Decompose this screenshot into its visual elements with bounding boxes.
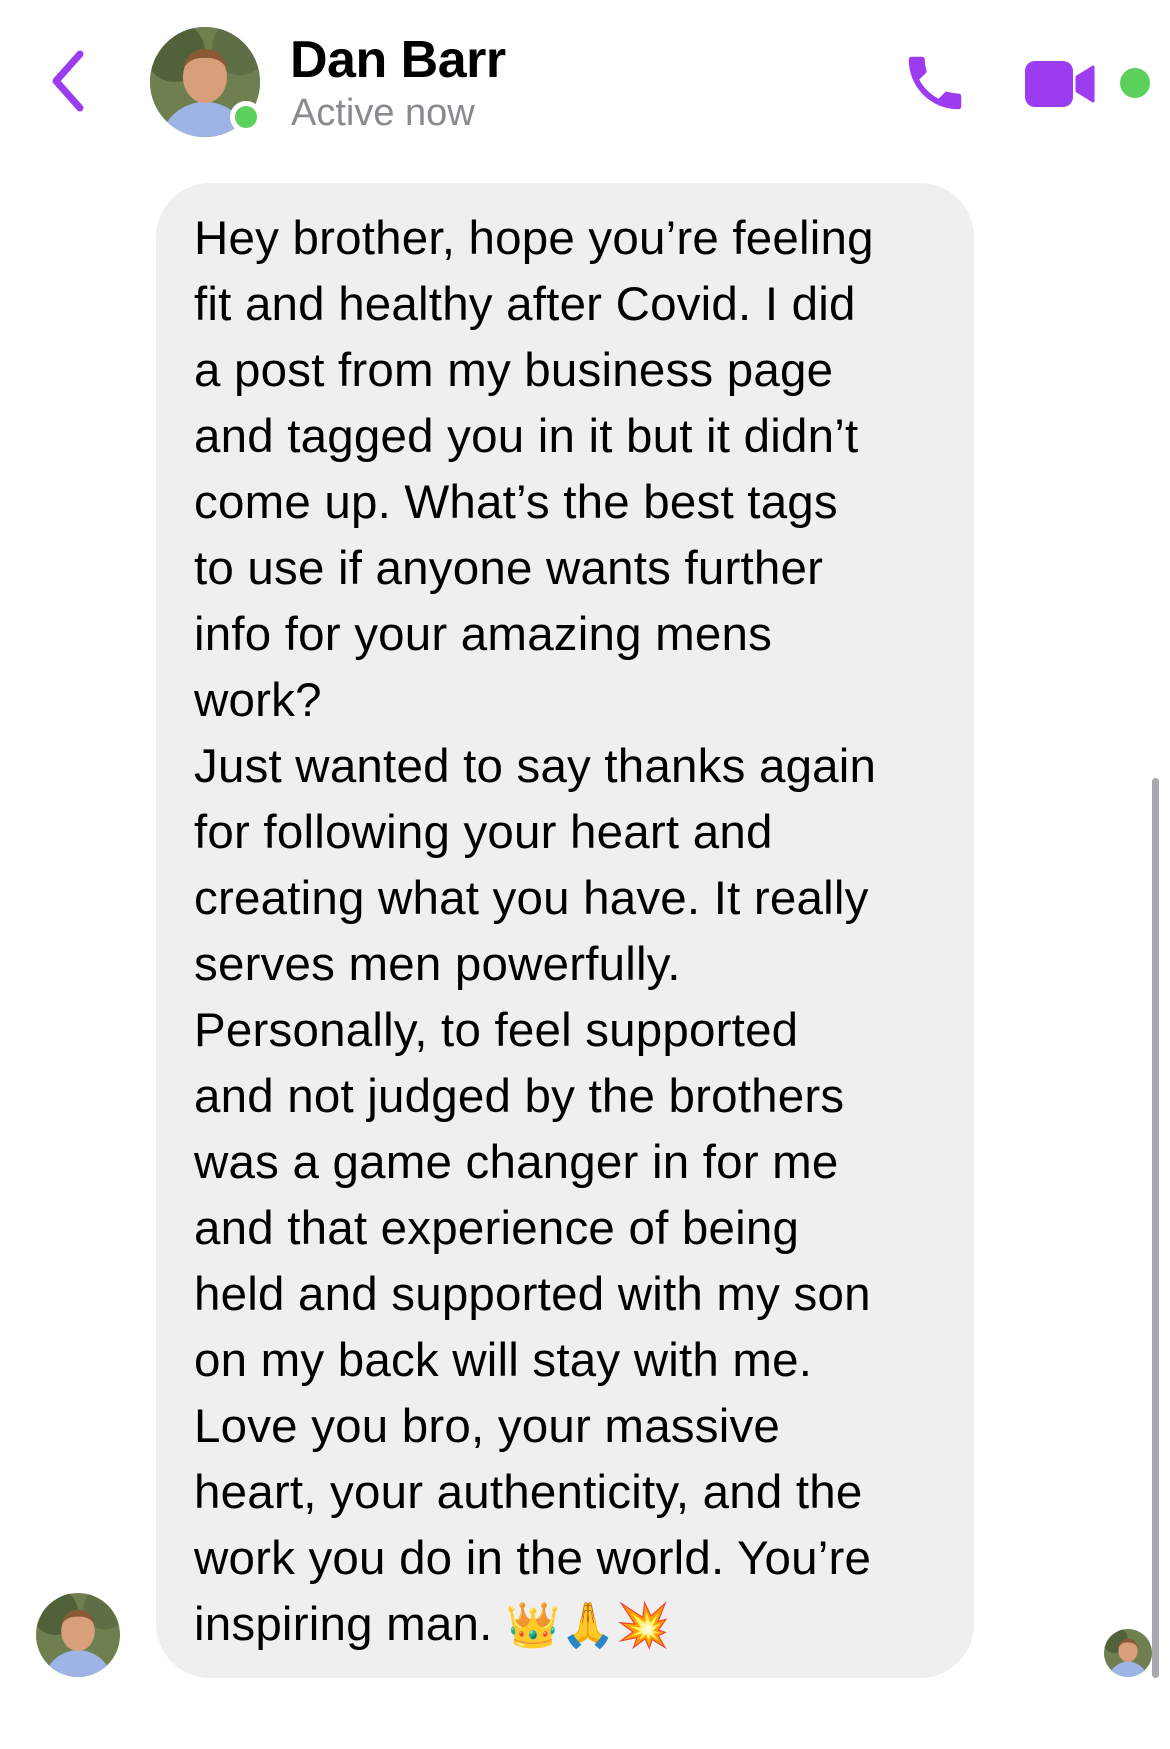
contact-name[interactable]: Dan Barr xyxy=(290,30,506,90)
message-line: Just wanted to say thanks again xyxy=(194,740,877,793)
contact-avatar[interactable] xyxy=(150,27,262,137)
chevron-left-icon xyxy=(52,50,84,112)
message-line: and not judged by the brothers xyxy=(194,1070,845,1123)
message-line: for following your heart and xyxy=(194,806,773,859)
message-line: held and supported with my son xyxy=(194,1268,871,1321)
message-line: and that experience of being xyxy=(194,1202,800,1255)
scrollbar[interactable] xyxy=(1152,778,1159,1678)
message-line: fit and healthy after Covid. I did xyxy=(194,278,856,331)
call-button[interactable] xyxy=(900,48,970,118)
message-line: come up. What’s the best tags xyxy=(194,476,838,529)
chat-header: Dan Barr Active now xyxy=(0,0,1170,160)
message-line: and tagged you in it but it didn’t xyxy=(194,410,859,463)
message-line: inspiring man. xyxy=(194,1598,493,1651)
message-line: work? xyxy=(194,674,322,727)
video-call-button[interactable] xyxy=(1025,57,1095,111)
crown-emoji: 👑 xyxy=(505,1600,561,1651)
message-line: Hey brother, hope you’re feeling xyxy=(194,212,874,265)
message-line: to use if anyone wants further xyxy=(194,542,824,595)
contact-status: Active now xyxy=(291,92,475,134)
message-line: on my back will stay with me. xyxy=(194,1334,813,1387)
message-text: Hey brother, hope you’re feeling fit and… xyxy=(194,206,940,1659)
praying-hands-emoji: 🙏 xyxy=(560,1600,616,1651)
active-call-indicator xyxy=(1120,68,1150,98)
message-line: was a game changer in for me xyxy=(194,1136,839,1189)
sender-avatar[interactable] xyxy=(36,1593,120,1677)
phone-icon xyxy=(908,56,962,110)
message-line: creating what you have. It really xyxy=(194,872,869,925)
collision-emoji: 💥 xyxy=(615,1600,671,1651)
video-camera-icon xyxy=(1025,61,1095,107)
back-button[interactable] xyxy=(46,46,106,116)
message-line: info for your amazing mens xyxy=(194,608,773,661)
message-line: Personally, to feel supported xyxy=(194,1004,799,1057)
message-line: a post from my business page xyxy=(194,344,834,397)
message-line: heart, your authenticity, and the xyxy=(194,1466,863,1519)
message-line: Love you bro, your massive xyxy=(194,1400,781,1453)
online-indicator xyxy=(230,101,262,133)
message-line: work you do in the world. You’re xyxy=(194,1532,872,1585)
message-bubble[interactable]: Hey brother, hope you’re feeling fit and… xyxy=(156,183,974,1678)
read-receipt-avatar xyxy=(1104,1629,1152,1677)
message-line: serves men powerfully. xyxy=(194,938,681,991)
